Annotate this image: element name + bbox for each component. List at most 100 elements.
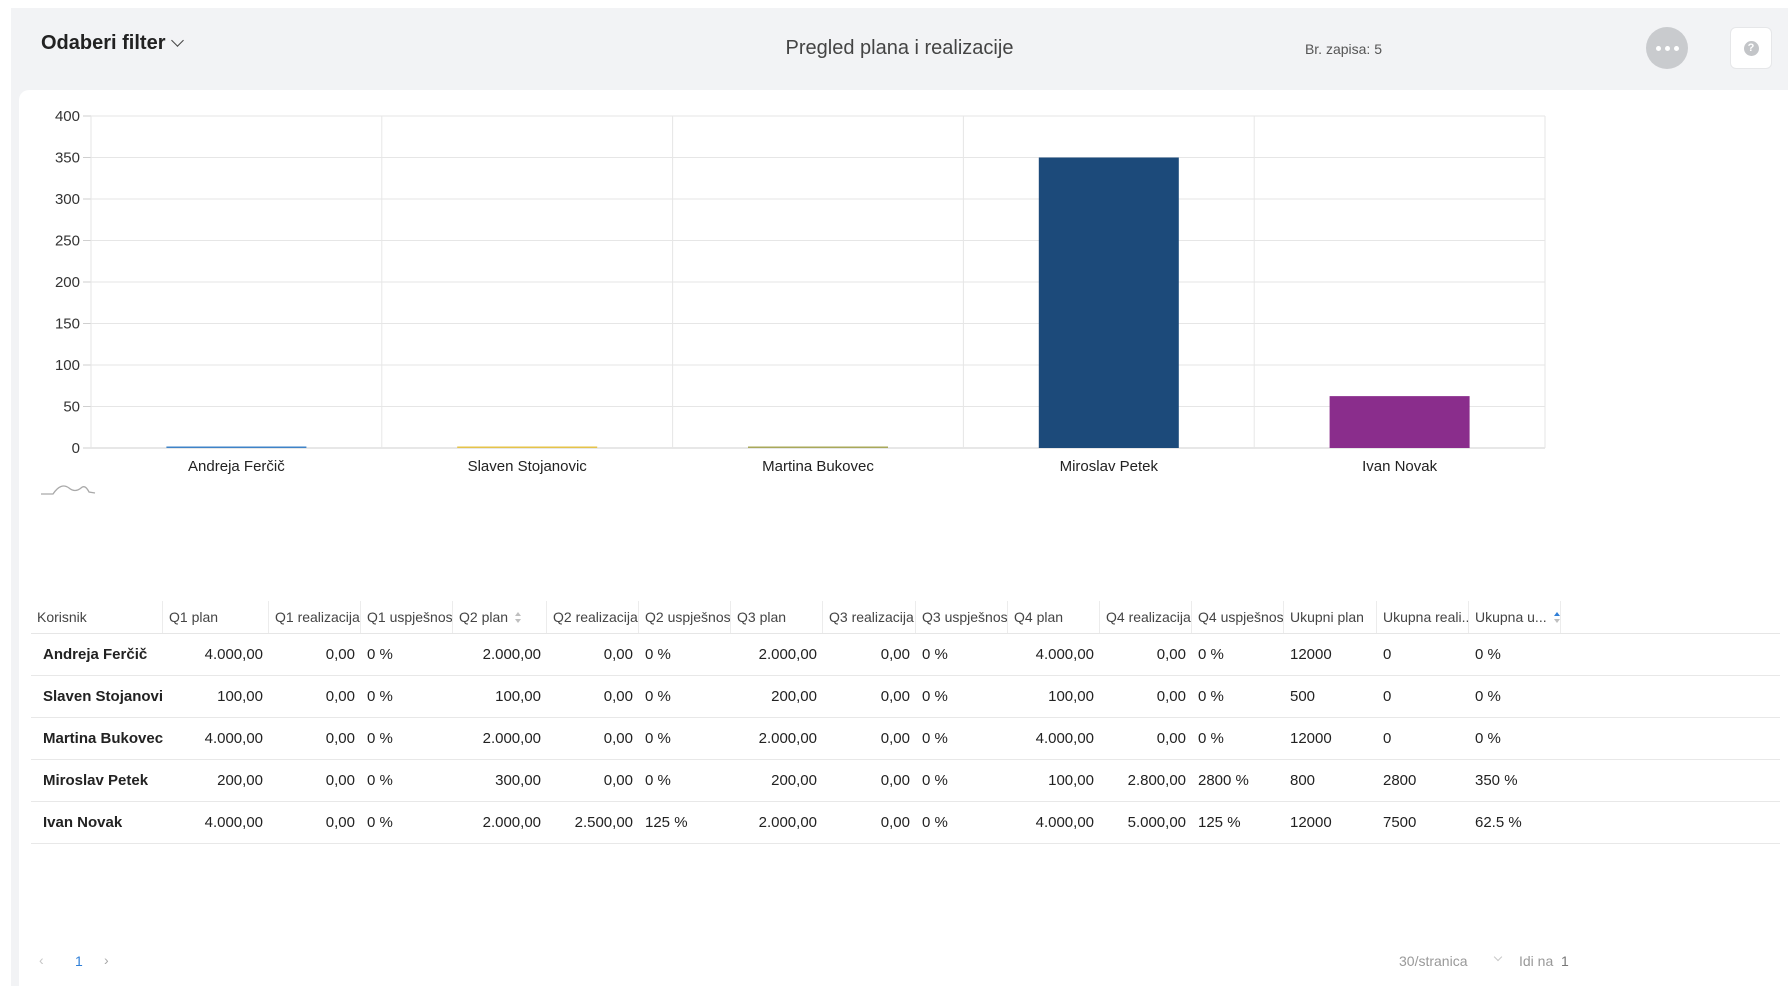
column-header-label: Q3 realizacija bbox=[829, 609, 914, 625]
sparkline-icon[interactable] bbox=[39, 478, 99, 498]
table-cell: 0 % bbox=[367, 814, 393, 831]
more-options-button[interactable] bbox=[1646, 27, 1688, 69]
x-tick-label: Slaven Stojanovic bbox=[468, 458, 588, 475]
table-cell: 800 bbox=[1290, 772, 1316, 789]
table-row[interactable]: Andreja Ferčič 4.000,00 0,00 0 % 2.000,00 0,0… bbox=[31, 634, 1780, 676]
column-header-label: Q4 realizacija bbox=[1106, 609, 1191, 625]
table-cell: 0 % bbox=[1198, 730, 1224, 747]
table-row[interactable]: Ivan Novak 4.000,00 0,00 0 % 2.000,00 2.500,0… bbox=[31, 802, 1780, 844]
x-tick-label: Martina Bukovec bbox=[762, 458, 874, 475]
column-header[interactable]: Q4 realizacija bbox=[1100, 601, 1192, 633]
table-cell: 0 % bbox=[1475, 730, 1501, 747]
y-tick-label: 100 bbox=[55, 357, 80, 374]
table-cell: 125 % bbox=[1198, 814, 1241, 831]
column-header-label: Q1 uspješnost bbox=[367, 609, 453, 625]
table-cell: 2.500,00 bbox=[574, 814, 633, 831]
table-header: Korisnik Q1 plan Q1 realizacija Q1 uspješno… bbox=[31, 601, 1780, 634]
bar[interactable] bbox=[1329, 396, 1470, 448]
column-header[interactable]: Ukupna u... bbox=[1469, 601, 1561, 633]
y-tick-label: 350 bbox=[55, 150, 80, 167]
table-cell: 0,00 bbox=[880, 730, 910, 747]
table-cell: 0,00 bbox=[603, 646, 633, 663]
table-row[interactable]: Miroslav Petek 200,00 0,00 0 % 300,00 0,00 0 %… bbox=[31, 760, 1780, 802]
table-cell: 500 bbox=[1290, 688, 1316, 705]
column-header-label: Q3 uspješnost bbox=[922, 609, 1008, 625]
bar[interactable] bbox=[748, 446, 888, 449]
table-cell: 0 % bbox=[645, 772, 671, 789]
x-tick-label: Miroslav Petek bbox=[1060, 458, 1159, 475]
column-header[interactable]: Q2 realizacija bbox=[547, 601, 639, 633]
column-header[interactable]: Q2 plan bbox=[453, 601, 547, 633]
column-header-label: Korisnik bbox=[37, 609, 87, 625]
table-cell: 0,00 bbox=[1156, 646, 1186, 663]
table-cell: 2.000,00 bbox=[482, 814, 541, 831]
table-row[interactable]: Slaven Stojanovic 100,00 0,00 0 % 100,00 0,00… bbox=[31, 676, 1780, 718]
bar[interactable] bbox=[457, 446, 598, 449]
table-cell: 0,00 bbox=[880, 814, 910, 831]
table-cell: 12000 bbox=[1290, 730, 1332, 747]
table-body: Andreja Ferčič 4.000,00 0,00 0 % 2.000,00 0,0… bbox=[31, 634, 1780, 844]
dot-icon bbox=[1673, 45, 1679, 51]
table-cell: 2.000,00 bbox=[482, 730, 541, 747]
table-cell: 0 % bbox=[645, 730, 671, 747]
data-table: Korisnik Q1 plan Q1 realizacija Q1 uspješno… bbox=[31, 601, 1780, 844]
table-cell: 200,00 bbox=[217, 772, 263, 789]
table-cell: 125 % bbox=[645, 814, 688, 831]
table-cell: 4.000,00 bbox=[1035, 730, 1094, 747]
column-header[interactable]: Q1 uspješnost bbox=[361, 601, 453, 633]
table-cell: 0,00 bbox=[1156, 688, 1186, 705]
table-cell: 0 % bbox=[922, 730, 948, 747]
prev-page-button[interactable]: ‹ bbox=[39, 952, 44, 968]
table-cell: 0 % bbox=[1475, 688, 1501, 705]
column-header[interactable]: Q3 realizacija bbox=[823, 601, 916, 633]
y-tick-label: 0 bbox=[72, 440, 80, 457]
table-cell: 2.000,00 bbox=[482, 646, 541, 663]
column-header[interactable]: Q2 uspješnost bbox=[639, 601, 731, 633]
column-header[interactable]: Korisnik bbox=[31, 601, 163, 633]
table-cell: 0,00 bbox=[603, 772, 633, 789]
page-number[interactable]: 1 bbox=[75, 953, 83, 969]
table-cell: 0 % bbox=[645, 646, 671, 663]
column-header[interactable]: Ukupna reali... bbox=[1377, 601, 1469, 633]
y-tick-label: 400 bbox=[55, 108, 80, 125]
column-header[interactable]: Q1 plan bbox=[163, 601, 269, 633]
table-cell: 0 % bbox=[922, 646, 948, 663]
column-header-label: Ukupna u... bbox=[1475, 609, 1547, 625]
table-cell: 0 bbox=[1383, 646, 1392, 663]
table-row[interactable]: Martina Bukovec 4.000,00 0,00 0 % 2.000,00 0,… bbox=[31, 718, 1780, 760]
column-header-label: Q3 plan bbox=[737, 609, 787, 625]
page-size-select[interactable]: 30/stranica bbox=[1399, 953, 1467, 969]
column-header[interactable]: Q3 plan bbox=[731, 601, 823, 633]
table-cell: 2.000,00 bbox=[758, 730, 817, 747]
table-cell: 0,00 bbox=[880, 688, 910, 705]
column-header-label: Q4 plan bbox=[1014, 609, 1064, 625]
table-cell: 0,00 bbox=[325, 730, 355, 747]
column-header[interactable]: Ukupni plan bbox=[1284, 601, 1377, 633]
goto-page-input[interactable] bbox=[1561, 953, 1591, 969]
table-cell: 4.000,00 bbox=[1035, 646, 1094, 663]
chevron-down-icon bbox=[1493, 952, 1503, 962]
table-cell: 7500 bbox=[1383, 814, 1417, 831]
table-cell: 0,00 bbox=[325, 772, 355, 789]
table-cell: 0,00 bbox=[880, 646, 910, 663]
table-cell: 4.000,00 bbox=[1035, 814, 1094, 831]
x-tick-label: Ivan Novak bbox=[1362, 458, 1438, 475]
bar[interactable] bbox=[1038, 157, 1179, 449]
table-cell: 0 % bbox=[922, 772, 948, 789]
help-button[interactable]: ? bbox=[1730, 27, 1772, 69]
table-cell: 2800 % bbox=[1198, 772, 1249, 789]
table-cell: 350 % bbox=[1475, 772, 1518, 789]
user-name-cell: Ivan Novak bbox=[43, 814, 123, 831]
page-title: Pregled plana i realizacije bbox=[785, 37, 1014, 59]
column-header[interactable]: Q4 uspješnost bbox=[1192, 601, 1284, 633]
column-header[interactable]: Q3 uspješnost bbox=[916, 601, 1008, 633]
sort-icon[interactable] bbox=[515, 611, 522, 623]
column-header-label: Q2 uspješnost bbox=[645, 609, 731, 625]
column-header[interactable]: Q4 plan bbox=[1008, 601, 1100, 633]
bar[interactable] bbox=[166, 446, 307, 449]
dot-icon bbox=[1664, 45, 1670, 51]
column-header[interactable]: Q1 realizacija bbox=[269, 601, 361, 633]
user-name-cell: Martina Bukovec bbox=[43, 730, 163, 747]
next-page-button[interactable]: › bbox=[104, 952, 109, 968]
table-cell: 100,00 bbox=[1048, 772, 1094, 789]
